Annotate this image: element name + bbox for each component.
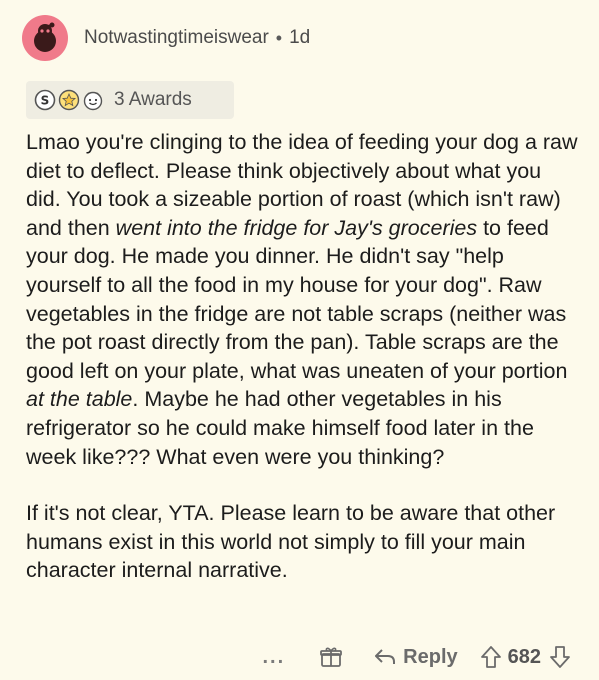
comment-header: Notwastingtimeiswear • 1d — [22, 15, 311, 61]
silver-award-icon: S — [34, 89, 56, 111]
emphasis-text: went into the fridge for Jay's groceries — [115, 215, 478, 240]
helpful-award-icon — [58, 89, 80, 111]
paragraph-segment: to feed your dog. He made you dinner. He… — [26, 215, 568, 383]
more-options-button[interactable]: ... — [262, 646, 285, 669]
comment-paragraph-1: Lmao you're clinging to the idea of feed… — [26, 128, 581, 471]
avatar[interactable] — [22, 15, 68, 61]
svg-text:S: S — [41, 94, 50, 108]
upvote-icon[interactable] — [480, 645, 502, 669]
wholesome-award-icon — [83, 91, 103, 111]
emphasis-text: at the table — [26, 387, 133, 412]
separator-dot: • — [275, 27, 283, 48]
vote-score: 682 — [507, 645, 541, 668]
author-name[interactable]: Notwastingtimeiswear — [84, 27, 269, 49]
reply-label: Reply — [403, 645, 458, 668]
reply-button[interactable]: Reply — [373, 645, 458, 669]
awards-count: 3 Awards — [114, 89, 192, 110]
comment-body: Lmao you're clinging to the idea of feed… — [26, 128, 581, 585]
downvote-icon[interactable] — [549, 645, 571, 669]
gift-icon[interactable] — [319, 645, 343, 669]
reply-arrow-icon — [375, 649, 396, 664]
comment-actions: ... Reply 682 — [262, 642, 571, 672]
comment-card: Notwastingtimeiswear • 1d S 3 Awards Lma… — [10, 10, 589, 670]
reddit-avatar-icon — [34, 22, 56, 52]
awards-bar[interactable]: S 3 Awards — [26, 81, 234, 119]
comment-paragraph-2: If it's not clear, YTA. Please learn to … — [26, 501, 556, 583]
vote-controls: 682 — [480, 645, 571, 669]
comment-age: 1d — [289, 27, 311, 48]
